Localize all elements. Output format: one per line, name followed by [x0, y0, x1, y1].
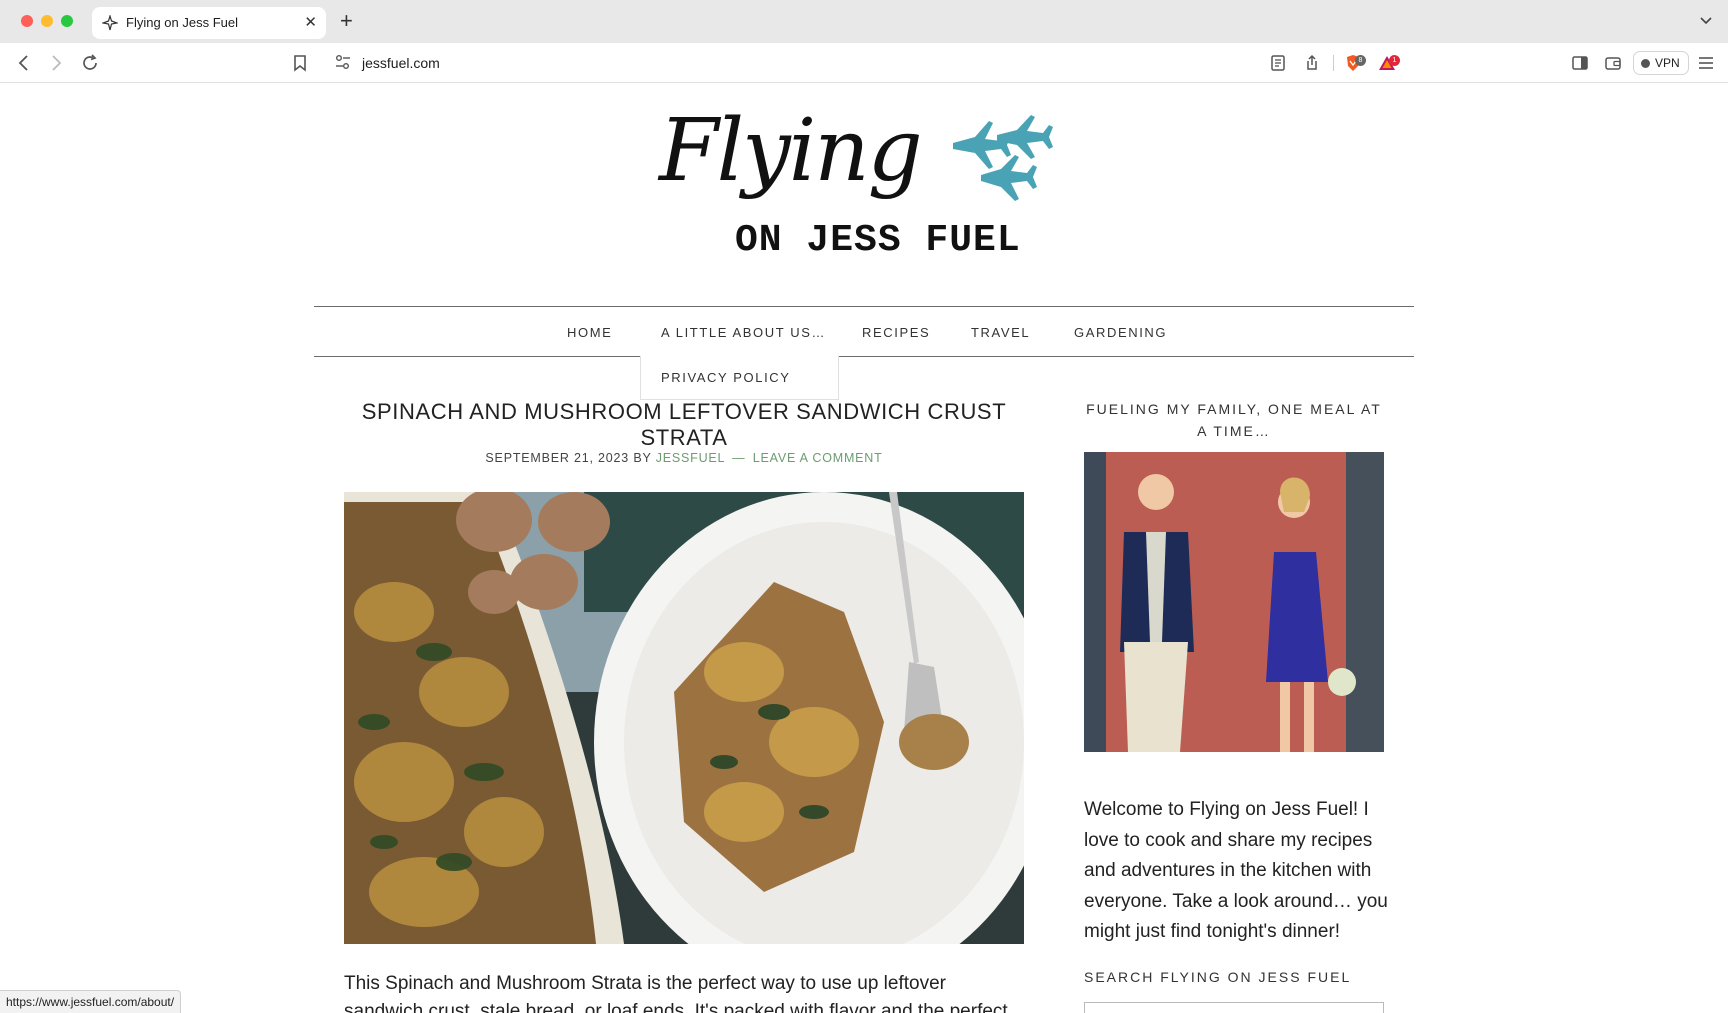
nav-item-travel[interactable]: TRAVEL — [971, 325, 1030, 340]
post-date: SEPTEMBER 21, 2023 — [485, 451, 630, 465]
post-excerpt: This Spinach and Mushroom Strata is the … — [344, 973, 1008, 1013]
tab-title: Flying on Jess Fuel — [126, 15, 238, 30]
browser-toolbar: jessfuel.com 8 1 VPN — [0, 43, 1728, 83]
web-page: Flying ON JESS FUEL HOME A LITTLE ABOUT … — [0, 84, 1728, 1013]
search-input[interactable] — [1084, 1002, 1384, 1013]
dropdown-item-privacy-policy[interactable]: PRIVACY POLICY — [661, 370, 791, 385]
sidebar-couple-photo — [1084, 452, 1384, 752]
url-text: jessfuel.com — [362, 55, 440, 71]
post-meta: SEPTEMBER 21, 2023 BY JESSFUEL — LEAVE A… — [344, 451, 1024, 465]
nav-item-about[interactable]: A LITTLE ABOUT US… — [661, 325, 826, 340]
vpn-label: VPN — [1655, 56, 1680, 70]
new-tab-button[interactable]: + — [340, 10, 353, 32]
address-bar[interactable]: jessfuel.com — [326, 47, 1402, 79]
reader-mode-icon[interactable] — [1268, 53, 1288, 73]
fighter-jets-icon — [953, 115, 1053, 201]
rewards-count-badge: 1 — [1389, 55, 1400, 66]
status-url-preview: https://www.jessfuel.com/about/ — [0, 990, 182, 1013]
logo-subtitle: ON JESS FUEL — [735, 219, 1021, 262]
site-settings-icon[interactable] — [334, 53, 352, 71]
wallet-icon[interactable] — [1603, 53, 1623, 73]
brave-shields-button[interactable]: 8 — [1343, 53, 1366, 73]
sidebar-welcome-text: Welcome to Flying on Jess Fuel! I love t… — [1084, 799, 1388, 942]
forward-arrow-icon[interactable] — [46, 53, 66, 73]
brave-rewards-button[interactable]: 1 — [1377, 53, 1400, 73]
search-widget-title: SEARCH FLYING ON JESS FUEL — [1084, 969, 1352, 985]
leave-comment-link[interactable]: LEAVE A COMMENT — [753, 451, 883, 465]
browser-tab-bar: Flying on Jess Fuel ✕ + — [0, 0, 1728, 43]
site-logo[interactable]: Flying ON JESS FUEL — [655, 101, 1055, 266]
share-icon[interactable] — [1302, 53, 1322, 73]
post-author-link[interactable]: JESSFUEL — [656, 451, 725, 465]
tab-close-icon[interactable]: ✕ — [304, 13, 317, 31]
close-window-button[interactable] — [21, 15, 33, 27]
bookmark-icon[interactable] — [290, 53, 310, 73]
post-by: BY — [633, 451, 652, 465]
sidebar-toggle-icon[interactable] — [1570, 53, 1590, 73]
post-title[interactable]: SPINACH AND MUSHROOM LEFTOVER SANDWICH C… — [344, 399, 1024, 451]
meta-separator: — — [732, 451, 746, 465]
about-dropdown-menu: PRIVACY POLICY — [640, 356, 839, 400]
maximize-window-button[interactable] — [61, 15, 73, 27]
nav-item-gardening[interactable]: GARDENING — [1074, 325, 1167, 340]
minimize-window-button[interactable] — [41, 15, 53, 27]
chevron-down-icon[interactable] — [1698, 12, 1714, 28]
jet-favicon-icon — [102, 15, 118, 31]
main-navigation: HOME A LITTLE ABOUT US… RECIPES TRAVEL G… — [314, 306, 1414, 357]
vpn-status-icon — [1641, 59, 1650, 68]
toolbar-divider — [1333, 55, 1334, 71]
vpn-button[interactable]: VPN — [1633, 51, 1689, 75]
back-arrow-icon[interactable] — [14, 53, 34, 73]
sidebar-widget-title: FUELING MY FAMILY, ONE MEAL AT A TIME… — [1086, 401, 1382, 439]
reload-icon[interactable] — [80, 53, 100, 73]
logo-script-text: Flying — [659, 101, 923, 201]
hamburger-menu-icon[interactable] — [1696, 53, 1716, 73]
nav-item-recipes[interactable]: RECIPES — [862, 325, 930, 340]
post-featured-image[interactable] — [344, 492, 1024, 944]
nav-item-home[interactable]: HOME — [567, 325, 612, 340]
shields-count-badge: 8 — [1355, 55, 1366, 66]
active-tab[interactable]: Flying on Jess Fuel ✕ — [92, 7, 326, 39]
